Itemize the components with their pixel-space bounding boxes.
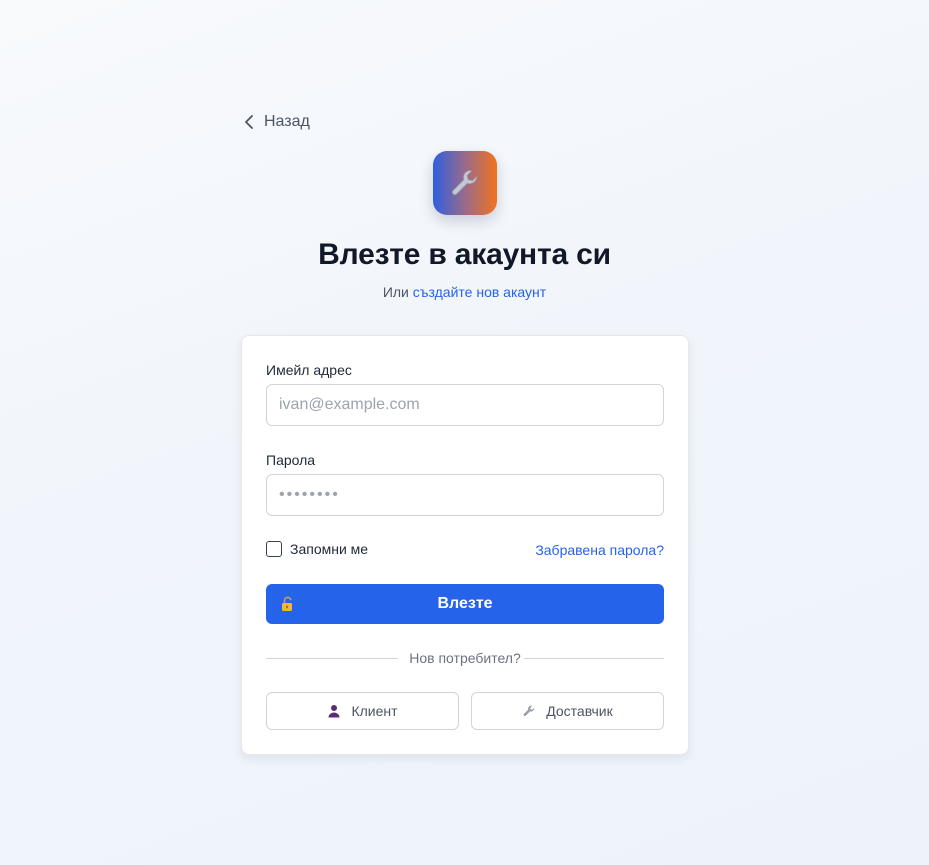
login-page: Назад Влезте в акаунта си Или създайте н… [0, 0, 929, 865]
email-label: Имейл адрес [266, 362, 352, 378]
supplier-label: Доставчик [546, 703, 613, 719]
login-button[interactable]: Влезте [266, 584, 664, 624]
wrench-icon [452, 170, 478, 195]
page-title: Влезте в акаунта си [318, 238, 611, 271]
create-account-link[interactable]: създайте нов акаунт [413, 284, 546, 300]
email-input[interactable] [266, 384, 664, 426]
remember-checkbox[interactable] [266, 541, 282, 557]
unlocked-padlock-icon [282, 596, 292, 611]
password-label: Парола [266, 452, 316, 468]
remember-label: Запомни ме [290, 541, 369, 557]
login-button-label: Влезте [437, 595, 493, 612]
remember-me[interactable]: Запомни ме [266, 541, 368, 557]
login-card: Имейл адрес Парола Запомни ме Забравена … [241, 335, 689, 755]
supplier-signup-button[interactable]: Доставчик [471, 692, 664, 730]
back-link[interactable]: Назад [244, 113, 310, 131]
password-input[interactable] [266, 474, 664, 516]
back-label: Назад [264, 113, 310, 130]
divider-line-right [524, 658, 664, 659]
new-user-divider: Нов потребител? [266, 649, 664, 667]
forgot-password-link[interactable]: Забравена парола? [535, 542, 664, 558]
page-subtitle: Или създайте нов акаунт [0, 284, 929, 300]
subtitle-prefix: Или [382, 284, 409, 300]
app-logo [433, 151, 497, 215]
person-icon [328, 705, 340, 718]
wrench-icon [523, 705, 535, 716]
client-signup-button[interactable]: Клиент [266, 692, 459, 730]
chevron-left-icon [245, 115, 253, 129]
client-label: Клиент [351, 703, 398, 719]
